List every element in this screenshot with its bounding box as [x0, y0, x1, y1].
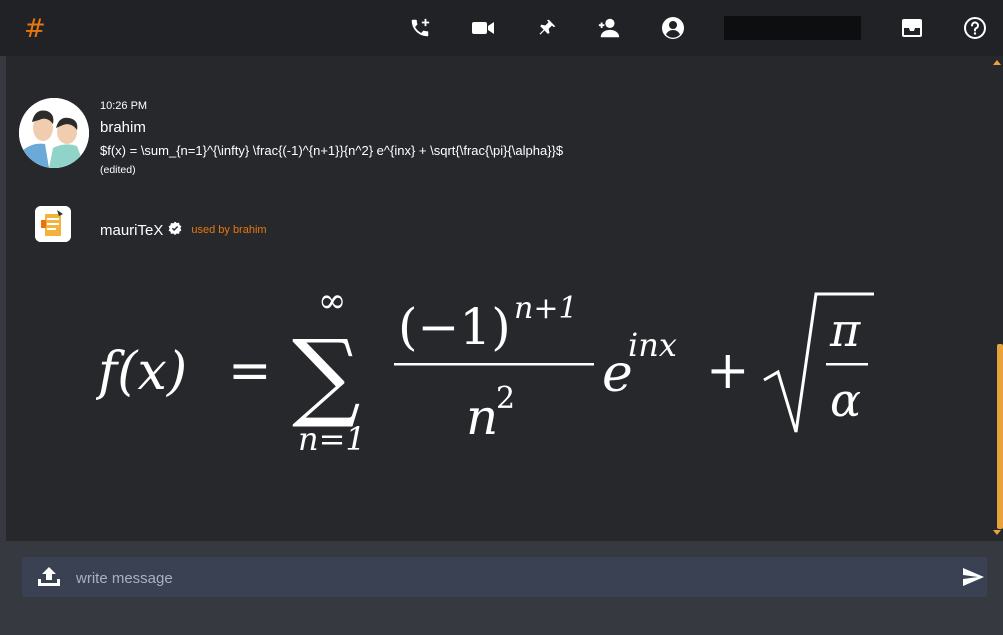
sum-symbol-icon: ∑: [292, 319, 361, 431]
exp-power: inx: [628, 326, 677, 364]
fraction-bar: [394, 363, 594, 366]
edited-label: (edited): [100, 164, 136, 176]
used-by-label: used by brahim: [191, 224, 267, 236]
video-icon[interactable]: [471, 16, 495, 40]
sqrt-numerator: π: [829, 303, 861, 357]
chat-area[interactable]: 10:26 PM brahim $f(x) = \sum_{n=1}^{\inf…: [6, 56, 1003, 541]
upload-icon[interactable]: [36, 565, 62, 589]
composer-area: [0, 541, 1003, 635]
inbox-icon[interactable]: [900, 16, 924, 40]
pin-icon[interactable]: [535, 16, 559, 40]
scrollbar-thumb[interactable]: [997, 344, 1003, 529]
channel-hash-icon: #: [24, 14, 46, 44]
frac-numerator: (−1): [398, 298, 511, 356]
rendered-formula: f(x) = ∞ ∑ n=1 (−1) n+1 n 2 e inx + π α: [96, 284, 874, 458]
message-timestamp: 10:26 PM: [100, 100, 148, 112]
message-text: $f(x) = \sum_{n=1}^{\infty} \frac{(-1)^{…: [100, 143, 564, 158]
sqrt-denominator: α: [830, 373, 861, 427]
message-composer: [22, 557, 987, 599]
frac-denominator-exp: 2: [496, 381, 515, 416]
formula-eq: =: [228, 341, 272, 401]
avatar[interactable]: [19, 98, 89, 168]
frac-denominator: n: [466, 388, 498, 446]
frac-numerator-exp: n+1: [514, 291, 578, 326]
scroll-up-arrow[interactable]: [993, 60, 1001, 65]
search-input[interactable]: [724, 16, 861, 40]
formula-lhs: f(x): [96, 342, 187, 402]
formula-plus: +: [706, 341, 750, 401]
sum-upper: ∞: [318, 284, 346, 321]
scroll-down-arrow[interactable]: [993, 530, 1001, 535]
top-bar: #: [0, 0, 1003, 56]
sqrt-fraction-bar: [826, 363, 868, 366]
bot-name-row: mauriTeX used by brahim: [100, 221, 267, 239]
call-add-icon[interactable]: [408, 16, 432, 40]
send-icon[interactable]: [961, 565, 985, 589]
profile-icon[interactable]: [661, 16, 685, 40]
bot-username[interactable]: mauriTeX: [100, 222, 163, 239]
help-icon[interactable]: [963, 16, 987, 40]
add-user-icon[interactable]: [597, 16, 621, 40]
message-input[interactable]: [74, 557, 938, 599]
bot-avatar[interactable]: [35, 206, 71, 242]
verified-badge-icon: [168, 221, 182, 239]
message-username[interactable]: brahim: [100, 119, 146, 136]
sum-lower: n=1: [298, 420, 366, 458]
